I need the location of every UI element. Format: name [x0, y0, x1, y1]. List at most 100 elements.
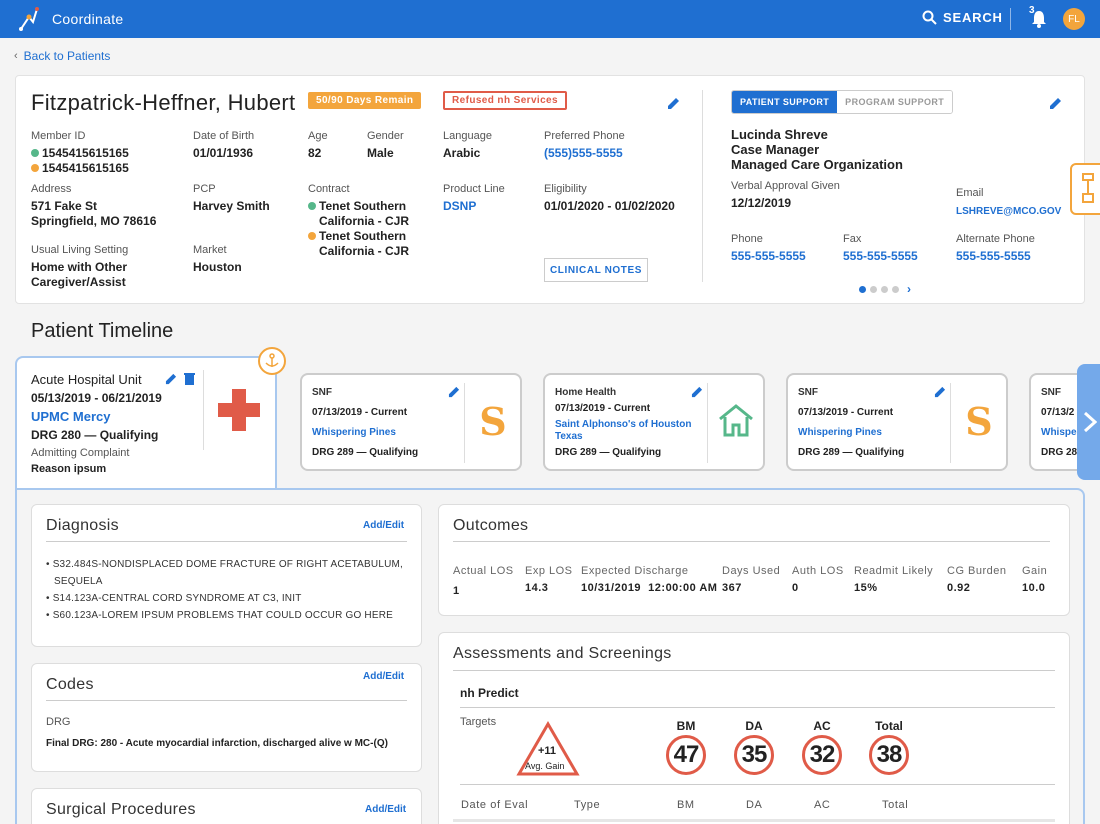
edit-card-icon[interactable]: [448, 386, 460, 398]
chevron-right-icon: [1083, 411, 1097, 433]
col-total[interactable]: Total: [882, 799, 908, 811]
final-drg: Final DRG: 280 - Acute myocardial infarc…: [46, 738, 388, 749]
edit-patient-icon[interactable]: [667, 97, 680, 110]
edit-card-icon[interactable]: [934, 386, 946, 398]
patient-card: Fitzpatrick-Heffner, Hubert 50/90 Days R…: [15, 75, 1085, 304]
snf-icon: S: [479, 403, 506, 441]
product-label: Product Line: [443, 183, 505, 195]
email-label: Email: [956, 187, 984, 199]
diagnosis-title: Diagnosis: [46, 517, 119, 534]
timeline-card-drg: DRG 289 — Qualifying: [312, 447, 419, 458]
col-type[interactable]: Type: [574, 799, 600, 811]
eligibility-label: Eligibility: [544, 183, 587, 195]
gender-value: Male: [367, 146, 394, 160]
phone-label: Preferred Phone: [544, 130, 625, 142]
svg-text:S: S: [479, 403, 506, 441]
col-da[interactable]: DA: [746, 799, 762, 811]
address-line1: 571 Fake St: [31, 199, 98, 213]
support-phone-link[interactable]: 555-555-5555: [731, 249, 806, 264]
edit-card-icon[interactable]: [691, 386, 703, 398]
anchor-icon[interactable]: [258, 347, 286, 375]
nh-predict-title: nh Predict: [460, 686, 519, 700]
timeline-current-card[interactable]: Acute Hospital Unit 05/13/2019 - 06/21/2…: [15, 356, 277, 490]
col-ac[interactable]: AC: [814, 799, 830, 811]
carousel-dot[interactable]: [859, 285, 866, 293]
market-value: Houston: [193, 260, 242, 274]
panel-divider: [453, 541, 1050, 542]
actual-los-value: 1: [453, 585, 460, 597]
product-link[interactable]: DSNP: [443, 199, 476, 214]
codes-add-edit-link[interactable]: Add/Edit: [363, 671, 404, 682]
status-dot-orange: [31, 164, 39, 172]
timeline-card-facility-line2[interactable]: Texas: [555, 431, 583, 442]
days-used-value: 367: [722, 582, 742, 594]
diagnosis-item: • S60.123A-LOREM IPSUM PROBLEMS THAT COU…: [46, 610, 394, 621]
gain-value: +11: [538, 745, 557, 757]
current-facility-link[interactable]: UPMC Mercy: [31, 409, 110, 424]
member-id-2: 1545415615165: [31, 161, 129, 176]
timeline-card[interactable]: SNF 07/13/2019 - Current Whispering Pine…: [300, 373, 522, 471]
svg-text:S: S: [965, 403, 992, 441]
score-label-bm: BM: [676, 719, 696, 733]
tab-program-support[interactable]: PROGRAM SUPPORT: [837, 91, 953, 113]
diagnosis-panel: Diagnosis Add/Edit • S32.484S-NONDISPLAC…: [31, 504, 422, 647]
edit-support-icon[interactable]: [1049, 97, 1062, 110]
app-logo-icon[interactable]: [18, 5, 40, 33]
contract-label: Contract: [308, 183, 350, 195]
approval-value: 12/12/2019: [731, 196, 792, 210]
eligibility-value: 01/01/2020 - 01/02/2020: [544, 199, 675, 213]
clinical-notes-button[interactable]: CLINICAL NOTES: [544, 258, 648, 282]
panel-divider: [46, 700, 407, 701]
timeline-card[interactable]: SNF 07/13/2019 - Current Whispering Pine…: [786, 373, 1008, 471]
timeline-card-facility-link[interactable]: Saint Alphonso's of Houston: [555, 419, 691, 430]
carousel-next-icon[interactable]: ›: [907, 282, 911, 296]
support-org: Managed Care Organization: [731, 157, 903, 172]
search-label: SEARCH: [943, 10, 1003, 25]
current-drg: DRG 280 — Qualifying: [31, 428, 159, 442]
language-value: Arabic: [443, 146, 481, 160]
snf-icon: S: [965, 403, 992, 441]
timeline-card-type: SNF: [1041, 387, 1061, 398]
timeline-card-facility-link[interactable]: Whispering Pines: [798, 427, 882, 438]
preferred-phone-link[interactable]: (555)555-5555: [544, 146, 623, 161]
tab-patient-support[interactable]: PATIENT SUPPORT: [732, 91, 838, 113]
fax-link[interactable]: 555-555-5555: [843, 249, 918, 264]
chevron-left-icon: ‹: [14, 50, 18, 62]
topbar-divider: [1010, 8, 1011, 30]
surgical-add-edit-link[interactable]: Add/Edit: [365, 804, 406, 815]
panel-divider: [46, 541, 407, 542]
email-link[interactable]: LSHREVE@MCO.GOV: [956, 204, 1061, 219]
readmit-likely-value: 15%: [854, 582, 878, 594]
timeline-card-facility-link[interactable]: Whispering Pines: [312, 427, 396, 438]
panel-divider: [453, 670, 1055, 671]
score-label-da: DA: [745, 719, 763, 733]
timeline-card-type: SNF: [798, 387, 818, 398]
user-avatar[interactable]: FL: [1063, 8, 1085, 30]
panel-divider: [460, 707, 1055, 708]
score-label-total: Total: [875, 719, 903, 733]
col-bm[interactable]: BM: [677, 799, 695, 811]
timeline-card-drg: DRG 289 — Qualifying: [798, 447, 905, 458]
table-header-rule: [453, 819, 1055, 822]
timeline-card-type: SNF: [312, 387, 332, 398]
timeline-card[interactable]: Home Health 07/13/2019 - Current Saint A…: [543, 373, 765, 471]
timeline-card-divider: [464, 383, 465, 463]
diagnosis-add-edit-link[interactable]: Add/Edit: [363, 520, 404, 531]
edit-timeline-icon[interactable]: [165, 373, 177, 385]
carousel-dot[interactable]: [892, 285, 899, 293]
expected-discharge-label: Expected Discharge: [581, 565, 689, 577]
back-to-patients-link[interactable]: ‹ Back to Patients: [14, 49, 110, 63]
contract-1: Tenet Southern: [308, 199, 406, 214]
carousel-dot[interactable]: [870, 285, 877, 293]
carousel-dots: ›: [859, 282, 911, 296]
current-type: Acute Hospital Unit: [31, 372, 142, 387]
delete-timeline-icon[interactable]: [184, 372, 195, 385]
search-button[interactable]: SEARCH: [922, 10, 1003, 25]
alt-phone-link[interactable]: 555-555-5555: [956, 249, 1031, 264]
col-date-of-eval[interactable]: Date of Eval: [461, 799, 528, 811]
timeline-card-dates: 07/13/2019 - Current: [312, 407, 408, 418]
side-tool-tab[interactable]: [1070, 163, 1100, 215]
timeline-next-button[interactable]: [1077, 364, 1100, 480]
carousel-dot[interactable]: [881, 285, 888, 293]
timeline-card-facility-link[interactable]: Whispe: [1041, 427, 1077, 438]
